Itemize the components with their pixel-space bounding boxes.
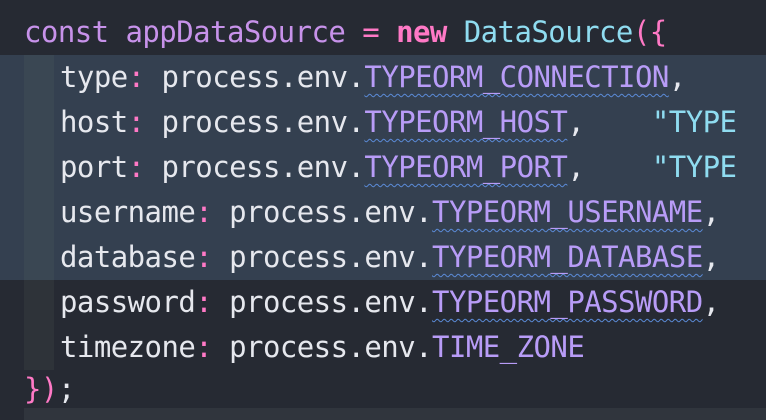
comma: , (668, 60, 686, 94)
property-key: type (60, 60, 128, 94)
env-object: process.env. (229, 195, 433, 229)
env-constant[interactable]: TYPEORM_HOST (364, 105, 567, 139)
code-line[interactable]: timezone: process.env.TIME_ZONE (0, 325, 766, 370)
env-constant[interactable]: TYPEORM_USERNAME (432, 195, 703, 229)
env-constant[interactable]: TIME_ZONE (432, 330, 585, 364)
code-editor[interactable]: const appDataSource = new DataSource({ t… (0, 0, 766, 420)
property-key: database (60, 240, 196, 274)
env-object: process.env. (161, 105, 365, 139)
env-object: process.env. (229, 330, 433, 364)
property-key: username (60, 195, 196, 229)
code-line[interactable]: database: process.env.TYPEORM_DATABASE, (0, 235, 766, 280)
colon: : (127, 105, 145, 139)
code-line[interactable]: password: process.env.TYPEORM_PASSWORD, (0, 280, 766, 325)
comma: , (567, 150, 585, 184)
env-constant[interactable]: TYPEORM_DATABASE (432, 240, 703, 274)
colon: : (195, 240, 213, 274)
comma: , (567, 105, 585, 139)
colon: : (127, 150, 145, 184)
property-key: password (60, 285, 196, 319)
env-object: process.env. (229, 285, 433, 319)
property-key: timezone (60, 330, 196, 364)
keyword-new: new (396, 15, 447, 49)
variable-name: appDataSource (125, 15, 346, 49)
code-line[interactable]: host: process.env.TYPEORM_HOST, "TYPE (0, 100, 766, 145)
colon: : (127, 60, 145, 94)
semicolon: ; (57, 372, 75, 406)
string-literal: "TYPE (651, 105, 737, 139)
class-name: DataSource (463, 15, 634, 49)
comma: , (702, 240, 720, 274)
colon: : (195, 195, 213, 229)
env-object: process.env. (229, 240, 433, 274)
env-constant[interactable]: TYPEORM_PASSWORD (432, 285, 703, 319)
property-key: host (60, 105, 128, 139)
operator-assign: = (362, 15, 380, 49)
env-constant[interactable]: TYPEORM_CONNECTION (364, 60, 669, 94)
colon: : (195, 285, 213, 319)
env-object: process.env. (161, 60, 365, 94)
property-key: port (60, 150, 128, 184)
comma: , (702, 195, 720, 229)
code-line[interactable]: username: process.env.TYPEORM_USERNAME, (0, 190, 766, 235)
colon: : (195, 330, 213, 364)
comma: , (702, 285, 720, 319)
keyword-const: const (24, 15, 109, 49)
env-object: process.env. (161, 150, 365, 184)
open-brace: ({ (632, 15, 667, 49)
close-brace: }) (24, 372, 58, 406)
code-line[interactable]: const appDataSource = new DataSource({ (0, 10, 766, 55)
string-literal: "TYPE (651, 150, 737, 184)
code-line[interactable]: port: process.env.TYPEORM_PORT, "TYPE (0, 145, 766, 190)
code-line[interactable]: type: process.env.TYPEORM_CONNECTION, (0, 55, 766, 100)
code-line[interactable]: }); (0, 367, 766, 412)
next-line-highlight (24, 408, 766, 420)
env-constant[interactable]: TYPEORM_PORT (364, 150, 567, 184)
